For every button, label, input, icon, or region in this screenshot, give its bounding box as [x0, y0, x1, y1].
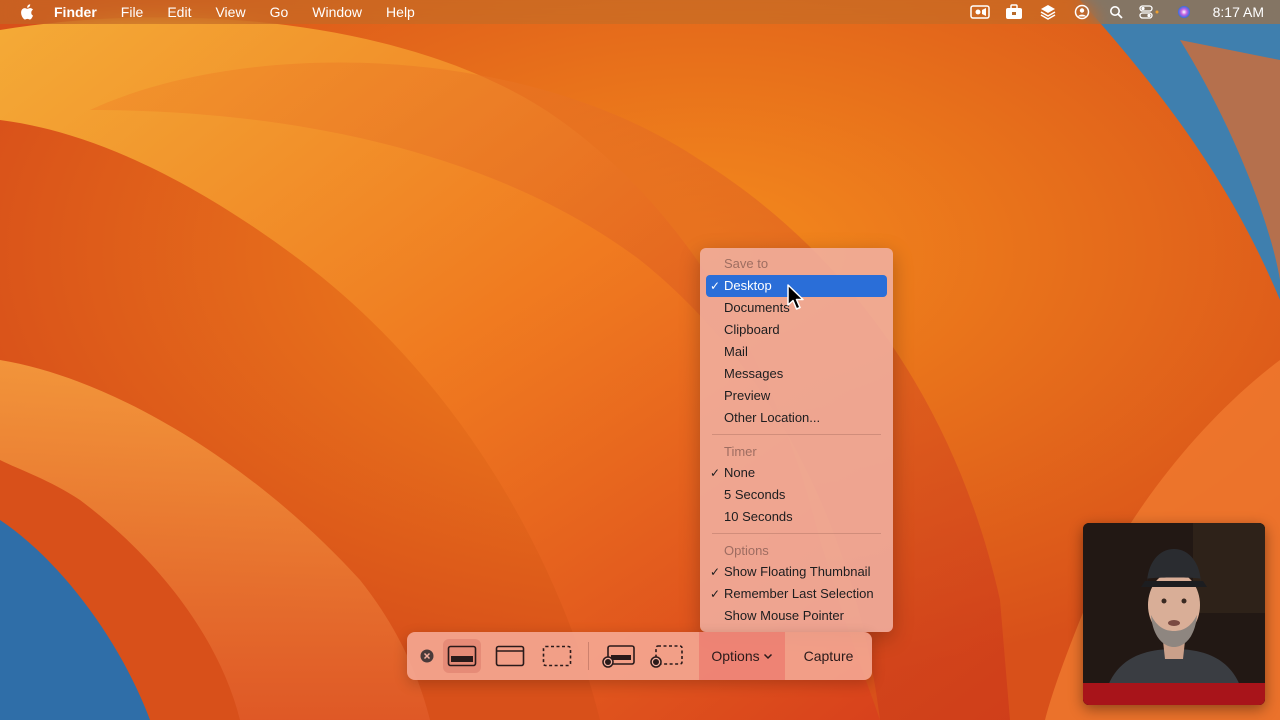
webcam-caption-bar: [1083, 683, 1265, 705]
capture-window-button[interactable]: [491, 639, 529, 673]
record-entire-screen-button[interactable]: [599, 639, 639, 673]
siri-icon[interactable]: [1173, 3, 1195, 21]
options-heading: Options: [724, 543, 769, 558]
options-button[interactable]: Options: [699, 632, 785, 680]
capture-selection-button[interactable]: [538, 639, 576, 673]
menu-separator: [712, 434, 881, 435]
menu-item-label: Messages: [724, 366, 784, 381]
menu-item-label: Documents: [724, 300, 790, 315]
capture-button[interactable]: Capture: [785, 632, 872, 680]
layers-icon[interactable]: [1037, 3, 1059, 21]
menu-file[interactable]: File: [109, 0, 156, 24]
selection-icon: [542, 645, 572, 667]
menu-item-label: Remember Last Selection: [724, 586, 874, 601]
user-circle-icon[interactable]: [1071, 3, 1093, 21]
menu-item-label: Show Mouse Pointer: [724, 608, 844, 623]
menu-item-label: Desktop: [724, 278, 772, 293]
video-recorder-icon[interactable]: [969, 3, 991, 21]
checkmark-icon: ✓: [710, 587, 721, 601]
entire-screen-icon: [447, 645, 477, 667]
menu-item-timer-10-seconds[interactable]: 10 Seconds: [706, 506, 887, 528]
search-icon[interactable]: [1105, 3, 1127, 21]
menu-item-label: Clipboard: [724, 322, 780, 337]
timer-heading: Timer: [724, 444, 757, 459]
menu-item-mail[interactable]: Mail: [706, 341, 887, 363]
menu-help[interactable]: Help: [374, 0, 427, 24]
menu-item-messages[interactable]: Messages: [706, 363, 887, 385]
menu-item-label: Mail: [724, 344, 748, 359]
webcam-overlay: [1083, 523, 1265, 705]
menu-item-label: Other Location...: [724, 410, 821, 425]
menu-view[interactable]: View: [203, 0, 257, 24]
record-selection-button[interactable]: [647, 639, 687, 673]
toolbox-icon[interactable]: [1003, 3, 1025, 21]
checkmark-icon: ✓: [710, 565, 721, 579]
checkmark-icon: ✓: [710, 466, 721, 480]
menu-separator: [712, 533, 881, 534]
record-selection-icon: [650, 645, 683, 668]
options-button-label: Options: [711, 648, 760, 664]
chevron-down-icon: [763, 653, 772, 660]
save-to-heading: Save to: [724, 256, 769, 271]
control-center-icon[interactable]: [1138, 3, 1161, 21]
menu-bar: Finder File Edit View Go Window Help 8:1…: [0, 0, 1280, 24]
menu-item-remember-last-selection[interactable]: ✓ Remember Last Selection: [706, 583, 887, 605]
menu-item-other-location[interactable]: Other Location...: [706, 407, 887, 429]
menu-item-show-mouse-pointer[interactable]: Show Mouse Pointer: [706, 605, 887, 627]
checkmark-icon: ✓: [710, 279, 721, 293]
menu-app-name[interactable]: Finder: [50, 0, 109, 24]
menu-item-clipboard[interactable]: Clipboard: [706, 319, 887, 341]
toolbar-separator: [588, 642, 589, 670]
capture-button-label: Capture: [803, 648, 854, 664]
close-icon: [420, 649, 434, 663]
menu-item-timer-5-seconds[interactable]: 5 Seconds: [706, 484, 887, 506]
record-screen-icon: [602, 645, 635, 668]
menu-item-show-floating-thumbnail[interactable]: ✓ Show Floating Thumbnail: [706, 561, 887, 583]
capture-entire-screen-button[interactable]: [443, 639, 481, 673]
menu-item-timer-none[interactable]: ✓ None: [706, 462, 887, 484]
menu-bar-clock[interactable]: 8:17 AM: [1213, 4, 1264, 20]
screenshot-toolbar: Options Capture: [407, 632, 872, 680]
menu-item-label: Preview: [724, 388, 771, 403]
apple-logo-icon[interactable]: [16, 2, 36, 22]
menu-item-label: Show Floating Thumbnail: [724, 564, 871, 579]
close-toolbar-button[interactable]: [415, 639, 439, 673]
presenter-video-image: [1083, 523, 1265, 705]
mouse-pointer-icon: [787, 284, 804, 310]
window-icon: [495, 645, 525, 667]
menu-item-label: 10 Seconds: [724, 509, 793, 524]
menu-item-preview[interactable]: Preview: [706, 385, 887, 407]
menu-edit[interactable]: Edit: [155, 0, 203, 24]
menu-item-label: 5 Seconds: [724, 487, 786, 502]
menu-go[interactable]: Go: [258, 0, 301, 24]
menu-item-label: None: [724, 465, 756, 480]
menu-window[interactable]: Window: [300, 0, 374, 24]
